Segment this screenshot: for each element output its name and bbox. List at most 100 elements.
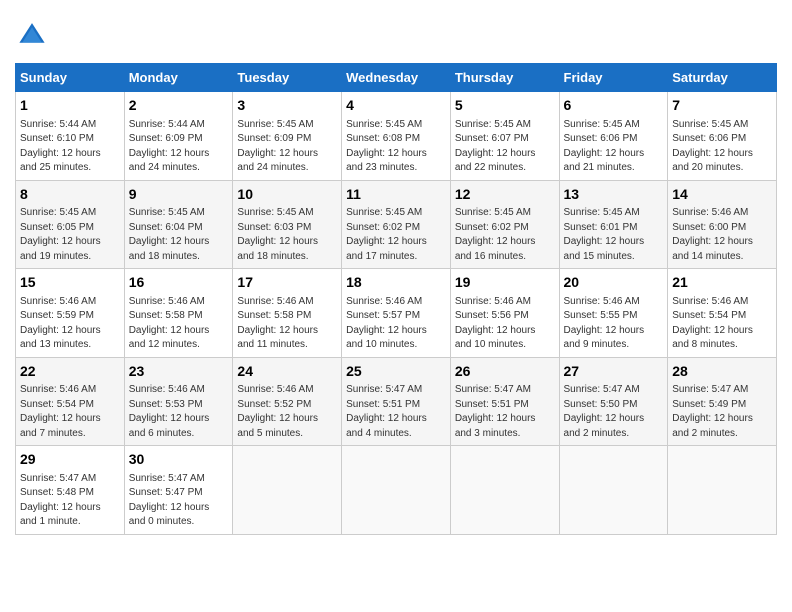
day-number: 9 bbox=[129, 185, 229, 205]
day-info: Sunrise: 5:45 AM Sunset: 6:06 PM Dayligh… bbox=[564, 118, 664, 176]
logo bbox=[15, 20, 46, 53]
header bbox=[15, 15, 777, 53]
day-number: 20 bbox=[564, 273, 664, 293]
calendar-cell bbox=[233, 446, 342, 535]
calendar-cell: 10Sunrise: 5:45 AM Sunset: 6:03 PM Dayli… bbox=[233, 180, 342, 269]
day-number: 23 bbox=[129, 362, 229, 382]
day-info: Sunrise: 5:46 AM Sunset: 5:56 PM Dayligh… bbox=[455, 295, 555, 353]
day-number: 10 bbox=[237, 185, 337, 205]
calendar-cell: 12Sunrise: 5:45 AM Sunset: 6:02 PM Dayli… bbox=[450, 180, 559, 269]
calendar-cell: 3Sunrise: 5:45 AM Sunset: 6:09 PM Daylig… bbox=[233, 92, 342, 181]
calendar-cell: 18Sunrise: 5:46 AM Sunset: 5:57 PM Dayli… bbox=[342, 269, 451, 358]
day-number: 17 bbox=[237, 273, 337, 293]
calendar-cell: 9Sunrise: 5:45 AM Sunset: 6:04 PM Daylig… bbox=[124, 180, 233, 269]
day-number: 11 bbox=[346, 185, 446, 205]
day-info: Sunrise: 5:44 AM Sunset: 6:10 PM Dayligh… bbox=[20, 118, 120, 176]
day-number: 30 bbox=[129, 450, 229, 470]
calendar-cell: 26Sunrise: 5:47 AM Sunset: 5:51 PM Dayli… bbox=[450, 357, 559, 446]
day-info: Sunrise: 5:47 AM Sunset: 5:51 PM Dayligh… bbox=[346, 383, 446, 441]
calendar-cell: 17Sunrise: 5:46 AM Sunset: 5:58 PM Dayli… bbox=[233, 269, 342, 358]
day-number: 26 bbox=[455, 362, 555, 382]
col-header-wednesday: Wednesday bbox=[342, 64, 451, 92]
col-header-tuesday: Tuesday bbox=[233, 64, 342, 92]
calendar-cell bbox=[668, 446, 777, 535]
calendar-cell: 13Sunrise: 5:45 AM Sunset: 6:01 PM Dayli… bbox=[559, 180, 668, 269]
day-number: 24 bbox=[237, 362, 337, 382]
calendar-cell: 15Sunrise: 5:46 AM Sunset: 5:59 PM Dayli… bbox=[16, 269, 125, 358]
calendar-cell bbox=[559, 446, 668, 535]
calendar-cell: 14Sunrise: 5:46 AM Sunset: 6:00 PM Dayli… bbox=[668, 180, 777, 269]
day-info: Sunrise: 5:45 AM Sunset: 6:06 PM Dayligh… bbox=[672, 118, 772, 176]
col-header-thursday: Thursday bbox=[450, 64, 559, 92]
day-info: Sunrise: 5:45 AM Sunset: 6:09 PM Dayligh… bbox=[237, 118, 337, 176]
day-info: Sunrise: 5:46 AM Sunset: 5:58 PM Dayligh… bbox=[129, 295, 229, 353]
calendar-cell bbox=[450, 446, 559, 535]
calendar-cell: 30Sunrise: 5:47 AM Sunset: 5:47 PM Dayli… bbox=[124, 446, 233, 535]
day-number: 12 bbox=[455, 185, 555, 205]
day-info: Sunrise: 5:46 AM Sunset: 6:00 PM Dayligh… bbox=[672, 206, 772, 264]
day-info: Sunrise: 5:46 AM Sunset: 5:54 PM Dayligh… bbox=[20, 383, 120, 441]
day-number: 25 bbox=[346, 362, 446, 382]
day-number: 16 bbox=[129, 273, 229, 293]
day-number: 13 bbox=[564, 185, 664, 205]
col-header-sunday: Sunday bbox=[16, 64, 125, 92]
calendar-header-row: SundayMondayTuesdayWednesdayThursdayFrid… bbox=[16, 64, 777, 92]
calendar-cell: 11Sunrise: 5:45 AM Sunset: 6:02 PM Dayli… bbox=[342, 180, 451, 269]
day-info: Sunrise: 5:47 AM Sunset: 5:48 PM Dayligh… bbox=[20, 472, 120, 530]
day-info: Sunrise: 5:46 AM Sunset: 5:57 PM Dayligh… bbox=[346, 295, 446, 353]
calendar-week-4: 22Sunrise: 5:46 AM Sunset: 5:54 PM Dayli… bbox=[16, 357, 777, 446]
day-number: 4 bbox=[346, 96, 446, 116]
day-number: 22 bbox=[20, 362, 120, 382]
day-info: Sunrise: 5:45 AM Sunset: 6:02 PM Dayligh… bbox=[455, 206, 555, 264]
day-info: Sunrise: 5:47 AM Sunset: 5:51 PM Dayligh… bbox=[455, 383, 555, 441]
day-number: 8 bbox=[20, 185, 120, 205]
day-info: Sunrise: 5:46 AM Sunset: 5:54 PM Dayligh… bbox=[672, 295, 772, 353]
day-info: Sunrise: 5:47 AM Sunset: 5:49 PM Dayligh… bbox=[672, 383, 772, 441]
day-info: Sunrise: 5:44 AM Sunset: 6:09 PM Dayligh… bbox=[129, 118, 229, 176]
calendar-cell: 5Sunrise: 5:45 AM Sunset: 6:07 PM Daylig… bbox=[450, 92, 559, 181]
day-info: Sunrise: 5:45 AM Sunset: 6:07 PM Dayligh… bbox=[455, 118, 555, 176]
day-number: 7 bbox=[672, 96, 772, 116]
calendar-cell: 1Sunrise: 5:44 AM Sunset: 6:10 PM Daylig… bbox=[16, 92, 125, 181]
day-info: Sunrise: 5:45 AM Sunset: 6:08 PM Dayligh… bbox=[346, 118, 446, 176]
calendar-cell: 21Sunrise: 5:46 AM Sunset: 5:54 PM Dayli… bbox=[668, 269, 777, 358]
day-number: 19 bbox=[455, 273, 555, 293]
col-header-friday: Friday bbox=[559, 64, 668, 92]
day-number: 29 bbox=[20, 450, 120, 470]
day-number: 14 bbox=[672, 185, 772, 205]
calendar-cell: 24Sunrise: 5:46 AM Sunset: 5:52 PM Dayli… bbox=[233, 357, 342, 446]
calendar-week-5: 29Sunrise: 5:47 AM Sunset: 5:48 PM Dayli… bbox=[16, 446, 777, 535]
day-info: Sunrise: 5:45 AM Sunset: 6:02 PM Dayligh… bbox=[346, 206, 446, 264]
day-info: Sunrise: 5:45 AM Sunset: 6:05 PM Dayligh… bbox=[20, 206, 120, 264]
calendar-cell: 20Sunrise: 5:46 AM Sunset: 5:55 PM Dayli… bbox=[559, 269, 668, 358]
calendar-cell: 28Sunrise: 5:47 AM Sunset: 5:49 PM Dayli… bbox=[668, 357, 777, 446]
day-info: Sunrise: 5:46 AM Sunset: 5:58 PM Dayligh… bbox=[237, 295, 337, 353]
day-number: 3 bbox=[237, 96, 337, 116]
calendar-cell: 2Sunrise: 5:44 AM Sunset: 6:09 PM Daylig… bbox=[124, 92, 233, 181]
day-info: Sunrise: 5:47 AM Sunset: 5:50 PM Dayligh… bbox=[564, 383, 664, 441]
calendar-cell: 23Sunrise: 5:46 AM Sunset: 5:53 PM Dayli… bbox=[124, 357, 233, 446]
calendar-cell: 29Sunrise: 5:47 AM Sunset: 5:48 PM Dayli… bbox=[16, 446, 125, 535]
day-number: 6 bbox=[564, 96, 664, 116]
calendar-table: SundayMondayTuesdayWednesdayThursdayFrid… bbox=[15, 63, 777, 535]
calendar-cell: 8Sunrise: 5:45 AM Sunset: 6:05 PM Daylig… bbox=[16, 180, 125, 269]
calendar-cell: 22Sunrise: 5:46 AM Sunset: 5:54 PM Dayli… bbox=[16, 357, 125, 446]
calendar-cell: 27Sunrise: 5:47 AM Sunset: 5:50 PM Dayli… bbox=[559, 357, 668, 446]
calendar-cell: 16Sunrise: 5:46 AM Sunset: 5:58 PM Dayli… bbox=[124, 269, 233, 358]
calendar-cell: 4Sunrise: 5:45 AM Sunset: 6:08 PM Daylig… bbox=[342, 92, 451, 181]
col-header-saturday: Saturday bbox=[668, 64, 777, 92]
day-number: 21 bbox=[672, 273, 772, 293]
day-info: Sunrise: 5:46 AM Sunset: 5:53 PM Dayligh… bbox=[129, 383, 229, 441]
day-number: 15 bbox=[20, 273, 120, 293]
calendar-cell: 19Sunrise: 5:46 AM Sunset: 5:56 PM Dayli… bbox=[450, 269, 559, 358]
calendar-cell: 25Sunrise: 5:47 AM Sunset: 5:51 PM Dayli… bbox=[342, 357, 451, 446]
calendar-cell: 6Sunrise: 5:45 AM Sunset: 6:06 PM Daylig… bbox=[559, 92, 668, 181]
day-info: Sunrise: 5:45 AM Sunset: 6:03 PM Dayligh… bbox=[237, 206, 337, 264]
day-info: Sunrise: 5:45 AM Sunset: 6:01 PM Dayligh… bbox=[564, 206, 664, 264]
calendar-cell bbox=[342, 446, 451, 535]
calendar-cell: 7Sunrise: 5:45 AM Sunset: 6:06 PM Daylig… bbox=[668, 92, 777, 181]
day-number: 28 bbox=[672, 362, 772, 382]
day-number: 2 bbox=[129, 96, 229, 116]
calendar-week-1: 1Sunrise: 5:44 AM Sunset: 6:10 PM Daylig… bbox=[16, 92, 777, 181]
day-number: 18 bbox=[346, 273, 446, 293]
